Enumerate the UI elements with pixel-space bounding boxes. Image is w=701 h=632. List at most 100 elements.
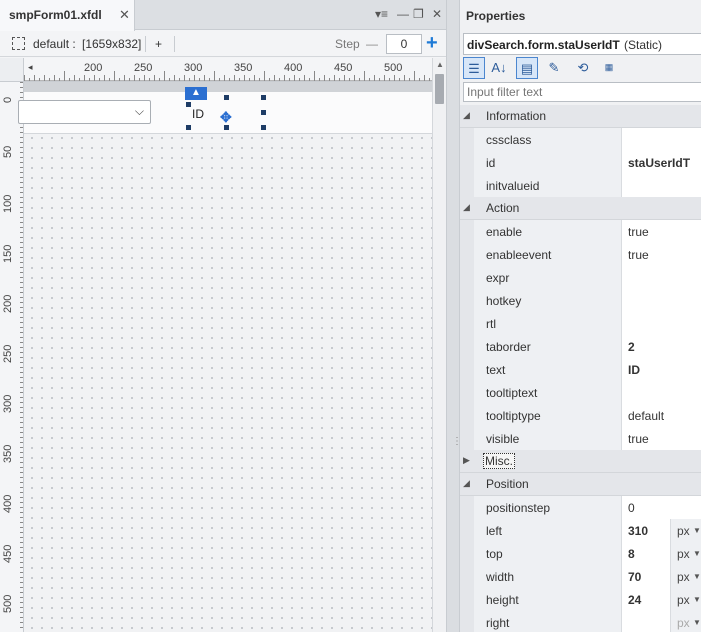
design-canvas[interactable]: ⌵ ▲ ID ✥ bbox=[18, 82, 432, 632]
row-gutter bbox=[460, 519, 474, 542]
unit-select[interactable]: px ▼ bbox=[670, 565, 701, 588]
canvas-vertical-scrollbar[interactable]: ▲ bbox=[432, 58, 446, 632]
screen-select-icon[interactable] bbox=[12, 37, 25, 50]
property-row[interactable]: taborder 2 bbox=[460, 335, 701, 358]
chevron-down-icon[interactable]: ⌵ bbox=[135, 104, 144, 119]
scrollbar-thumb[interactable] bbox=[435, 74, 444, 104]
property-value-cell[interactable]: ID bbox=[621, 358, 701, 381]
property-row[interactable]: tooltiptype default bbox=[460, 404, 701, 427]
category-row[interactable]: ▶ Misc. bbox=[460, 450, 701, 473]
property-row[interactable]: initvalueid bbox=[460, 174, 701, 197]
property-value: true bbox=[628, 225, 649, 239]
pane-splitter[interactable]: ⋮ bbox=[446, 0, 462, 632]
step-input[interactable]: 0 bbox=[386, 34, 422, 54]
resize-handle[interactable] bbox=[224, 95, 229, 100]
resize-handle[interactable] bbox=[186, 102, 191, 107]
dropdown-arrow-icon[interactable]: ▼ bbox=[693, 595, 701, 604]
restore-icon[interactable]: ❐ bbox=[413, 7, 424, 21]
events-view-icon[interactable]: ✎ bbox=[543, 57, 565, 79]
property-value-cell[interactable]: staUserIdT bbox=[621, 151, 701, 174]
dropdown-arrow-icon[interactable]: ▼ bbox=[693, 549, 701, 558]
dropdown-arrow-icon[interactable]: ▼ bbox=[693, 572, 701, 581]
document-tab-title: smpForm01.xfdl bbox=[9, 8, 102, 22]
property-row[interactable]: height 24 px ▼ bbox=[460, 588, 701, 611]
scroll-up-icon[interactable]: ▲ bbox=[436, 60, 444, 69]
search-div[interactable]: ⌵ ▲ ID ✥ bbox=[18, 82, 432, 134]
property-value-cell[interactable]: 8 px ▼ bbox=[621, 542, 701, 565]
unit-select[interactable]: px ▼ bbox=[670, 542, 701, 565]
category-row[interactable]: ◢ Action bbox=[460, 197, 701, 220]
dropdown-arrow-icon[interactable]: ▼ bbox=[693, 618, 701, 627]
category-row[interactable]: ◢ Information bbox=[460, 105, 701, 128]
move-icon[interactable]: ✥ bbox=[220, 109, 232, 126]
property-row[interactable]: text ID bbox=[460, 358, 701, 381]
resize-handle[interactable] bbox=[261, 125, 266, 130]
property-row[interactable]: hotkey bbox=[460, 289, 701, 312]
property-value-cell[interactable] bbox=[621, 128, 701, 151]
property-value-cell[interactable] bbox=[621, 381, 701, 404]
collapse-icon[interactable]: ◢ bbox=[463, 478, 470, 489]
alpha-sort-icon[interactable]: A↓ bbox=[488, 57, 510, 79]
property-value-cell[interactable]: true bbox=[621, 243, 701, 266]
property-value-cell[interactable] bbox=[621, 312, 701, 335]
close-window-icon[interactable]: ✕ bbox=[432, 7, 442, 21]
minimize-icon[interactable]: — bbox=[397, 7, 409, 21]
search-combo[interactable]: ⌵ bbox=[18, 100, 151, 124]
object-selector[interactable]: divSearch.form.staUserIdT (Static) bbox=[463, 33, 701, 55]
step-increase-button[interactable]: + bbox=[426, 32, 438, 55]
property-value-cell[interactable]: 310 px ▼ bbox=[621, 519, 701, 542]
document-tab[interactable]: smpForm01.xfdl ✕ bbox=[0, 0, 135, 31]
property-row[interactable]: right px ▼ bbox=[460, 611, 701, 632]
property-row[interactable]: cssclass bbox=[460, 128, 701, 151]
property-row[interactable]: rtl bbox=[460, 312, 701, 335]
add-screen-button[interactable]: + bbox=[155, 37, 162, 51]
property-value-cell[interactable]: 70 px ▼ bbox=[621, 565, 701, 588]
property-row[interactable]: top 8 px ▼ bbox=[460, 542, 701, 565]
resize-handle[interactable] bbox=[261, 95, 266, 100]
collapse-icon[interactable]: ◢ bbox=[463, 202, 470, 213]
property-row[interactable]: enable true bbox=[460, 220, 701, 243]
ruler-scroll-left-icon[interactable]: ◂ bbox=[28, 62, 33, 73]
property-value-cell[interactable]: true bbox=[621, 220, 701, 243]
move-up-handle[interactable]: ▲ bbox=[185, 87, 207, 100]
unit-select[interactable]: px ▼ bbox=[670, 519, 701, 542]
property-value-cell[interactable]: px ▼ bbox=[621, 611, 701, 632]
category-sort-icon[interactable]: ☰ bbox=[463, 57, 485, 79]
object-type: (Static) bbox=[624, 38, 663, 52]
property-row[interactable]: positionstep 0 bbox=[460, 496, 701, 519]
property-value-cell[interactable]: default bbox=[621, 404, 701, 427]
step-decrease-button[interactable]: — bbox=[366, 37, 378, 51]
expand-icon[interactable]: ▶ bbox=[463, 455, 470, 466]
property-value-cell[interactable]: 2 bbox=[621, 335, 701, 358]
close-tab-icon[interactable]: ✕ bbox=[119, 7, 130, 23]
property-value-cell[interactable]: 24 px ▼ bbox=[621, 588, 701, 611]
properties-view-icon[interactable]: ▤ bbox=[516, 57, 538, 79]
filter-field[interactable] bbox=[463, 82, 701, 102]
property-value-cell[interactable]: true bbox=[621, 427, 701, 450]
collapse-icon[interactable]: ◢ bbox=[463, 110, 470, 121]
property-value-cell[interactable] bbox=[621, 289, 701, 312]
ruler-h-label: 300 bbox=[184, 62, 203, 74]
unit-select[interactable]: px ▼ bbox=[670, 588, 701, 611]
ruler-v-label: 300 bbox=[2, 394, 14, 413]
unit-select[interactable]: px ▼ bbox=[670, 611, 701, 632]
property-value-cell[interactable] bbox=[621, 174, 701, 197]
reset-icon[interactable]: ⟲ bbox=[572, 57, 594, 79]
property-row[interactable]: width 70 px ▼ bbox=[460, 565, 701, 588]
filter-input[interactable] bbox=[464, 83, 701, 101]
property-row[interactable]: tooltiptext bbox=[460, 381, 701, 404]
resize-handle[interactable] bbox=[261, 110, 266, 115]
category-row[interactable]: ◢ Position bbox=[460, 473, 701, 496]
property-value-cell[interactable]: 0 bbox=[621, 496, 701, 519]
resize-handle[interactable] bbox=[186, 125, 191, 130]
property-row[interactable]: expr bbox=[460, 266, 701, 289]
property-value-cell[interactable] bbox=[621, 266, 701, 289]
property-row[interactable]: id staUserIdT bbox=[460, 151, 701, 174]
property-row[interactable]: enableevent true bbox=[460, 243, 701, 266]
property-row[interactable]: left 310 px ▼ bbox=[460, 519, 701, 542]
dropdown-arrow-icon[interactable]: ▼ bbox=[693, 526, 701, 535]
screen-size[interactable]: [1659x832] bbox=[82, 37, 141, 51]
property-row[interactable]: visible true bbox=[460, 427, 701, 450]
init-icon[interactable]: ▦ bbox=[598, 57, 620, 79]
tab-list-icon[interactable]: ▾≡ bbox=[375, 7, 388, 21]
